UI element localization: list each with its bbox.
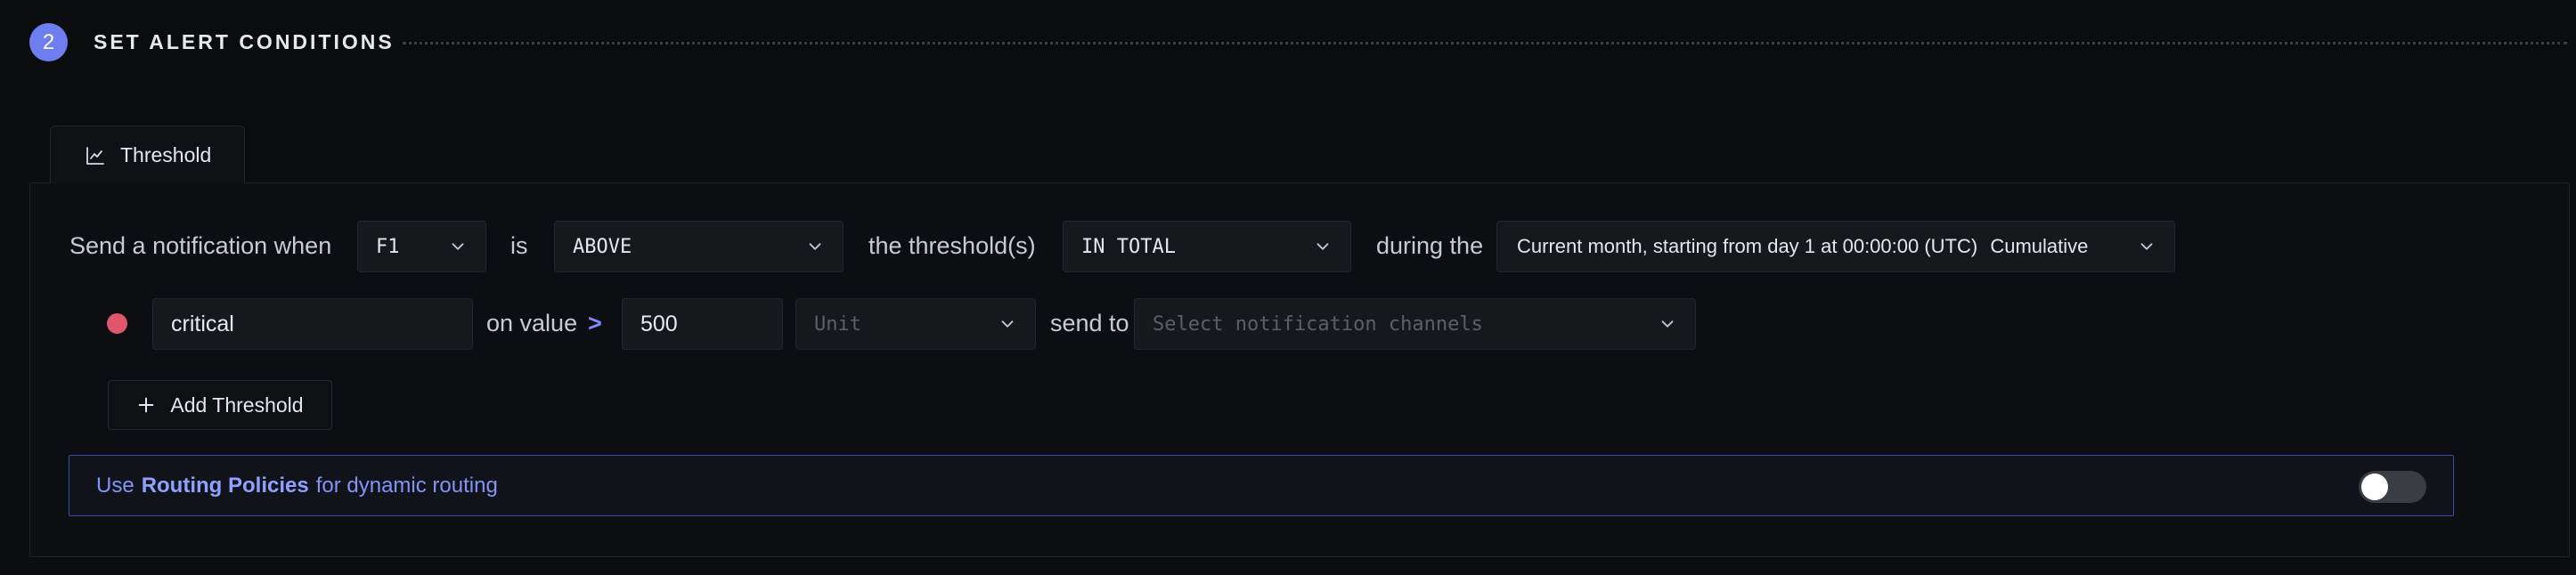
add-threshold-label: Add Threshold [170, 393, 304, 417]
add-threshold-button[interactable]: Add Threshold [108, 380, 332, 430]
plus-icon [139, 397, 154, 413]
chevron-down-icon [809, 243, 821, 250]
step-divider [403, 42, 2567, 45]
evaluation-window-type: Cumulative [1990, 235, 2089, 257]
chevron-down-icon [1661, 320, 1674, 328]
threshold-text: the threshold(s) [868, 232, 1036, 259]
chevron-down-icon [2140, 243, 2153, 250]
step-title: SET ALERT CONDITIONS [94, 30, 395, 53]
is-text: is [510, 232, 528, 259]
during-text: during the [1376, 232, 1484, 259]
operator-select[interactable]: ABOVE [554, 221, 844, 272]
query-select-value: F1 [376, 235, 400, 258]
threshold-value: 500 [640, 311, 678, 336]
threshold-name-value: critical [171, 311, 234, 336]
routing-prefix: Use [96, 473, 135, 498]
query-select[interactable]: F1 [357, 221, 486, 272]
evaluation-window-label: Current month, starting from day 1 at 00… [1517, 235, 1978, 257]
chevron-down-icon [452, 243, 464, 250]
unit-placeholder: Unit [814, 312, 861, 336]
evaluation-window-select[interactable]: Current month, starting from day 1 at 00… [1496, 221, 2175, 272]
tab-threshold[interactable]: Threshold [50, 126, 245, 184]
tab-threshold-label: Threshold [120, 143, 212, 166]
threshold-value-input[interactable]: 500 [622, 298, 783, 350]
threshold-name-input[interactable]: critical [152, 298, 473, 350]
on-value-text: on value [486, 310, 578, 336]
routing-suffix: for dynamic routing [315, 473, 498, 498]
notification-channels-placeholder: Select notification channels [1153, 312, 1483, 336]
step-number-badge: 2 [29, 23, 68, 61]
routing-policies-link[interactable]: Routing Policies [142, 474, 309, 498]
unit-select[interactable]: Unit [795, 298, 1036, 350]
toggle-knob [2361, 474, 2388, 500]
chevron-down-icon [1317, 243, 1329, 250]
evaluation-window-value: Current month, starting from day 1 at 00… [1517, 235, 2088, 258]
condition-prefix-text: Send a notification when [69, 232, 332, 259]
match-type-select[interactable]: IN TOTAL [1063, 221, 1351, 272]
comparator-symbol: > [588, 310, 602, 336]
operator-select-value: ABOVE [573, 235, 632, 258]
chevron-down-icon [1001, 320, 1014, 328]
match-type-select-value: IN TOTAL [1081, 235, 1176, 258]
notification-channels-select[interactable]: Select notification channels [1134, 298, 1696, 350]
send-to-text: send to [1050, 310, 1129, 336]
routing-policies-toggle[interactable] [2359, 471, 2426, 503]
routing-policies-banner: Use Routing Policies for dynamic routing [69, 455, 2454, 516]
line-chart-icon [86, 146, 104, 165]
severity-color-dot[interactable] [107, 313, 127, 334]
